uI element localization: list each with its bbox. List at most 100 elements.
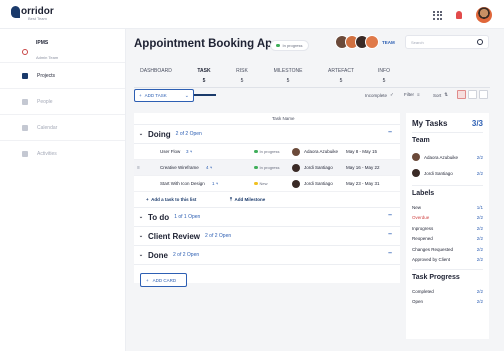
tab-milestone[interactable]: MILESTONE 5	[266, 68, 310, 84]
team-section-title: Team	[412, 137, 430, 144]
status-label: New	[259, 181, 268, 186]
collapse-icon[interactable]: –	[388, 129, 392, 136]
group-client-review[interactable]: ⌄ Client Review 2 of 2 Open –	[134, 227, 400, 246]
task-name[interactable]: Creative Wireframe	[160, 165, 199, 170]
subtask-count[interactable]: 3 ⑂	[186, 149, 192, 154]
table-row[interactable]: User Flow 3 ⑂ In progress Adaora Azubuik…	[134, 144, 400, 160]
plus-icon: +	[146, 197, 149, 202]
status-badge[interactable]: In progress	[254, 149, 280, 154]
tab-info[interactable]: INFO 5	[362, 68, 406, 84]
task-name[interactable]: User Flow	[160, 149, 180, 154]
board-view-icon[interactable]	[468, 90, 477, 99]
labels-section-title: Labels	[412, 190, 435, 197]
group-count: 2 of 2 Open	[173, 252, 200, 258]
subtask-count-value: 1	[212, 181, 215, 186]
avatar	[292, 163, 300, 172]
avatar	[412, 153, 420, 161]
filter-button[interactable]: Filter ≡	[404, 92, 420, 97]
due-date[interactable]: May 8 - May 15	[346, 149, 377, 154]
collapse-icon[interactable]: –	[388, 231, 392, 238]
apps-grid-icon[interactable]	[433, 10, 442, 20]
collapse-icon[interactable]: –	[388, 250, 392, 257]
status-label: In progress	[259, 165, 280, 170]
team-title: IPMS	[36, 39, 49, 46]
progress-row[interactable]: Completed 2/2	[412, 286, 483, 297]
check-icon: ✓	[390, 92, 394, 97]
subtask-count[interactable]: 4 ⑂	[206, 165, 212, 170]
sidebar-item-people[interactable]: People	[0, 88, 125, 114]
add-task-button[interactable]: + ADD TASK ⌄	[134, 89, 194, 102]
search-input[interactable]: Search	[405, 35, 489, 49]
progress-count: 2/2	[476, 288, 483, 294]
notification-bell-icon[interactable]	[456, 11, 462, 19]
team-avatar-group[interactable]	[335, 35, 379, 49]
group-todo[interactable]: ⌄ To do 1 of 1 Open –	[134, 208, 400, 227]
sidebar-team[interactable]: IPMS Admin Team	[0, 29, 125, 62]
sidebar-item-calendar[interactable]: Calendar	[0, 114, 125, 140]
chevron-down-icon[interactable]: ⌄	[134, 131, 148, 137]
chevron-down-icon[interactable]: ⌄	[134, 233, 148, 239]
tab-dashboard[interactable]: DASHBOARD	[134, 68, 178, 78]
assignee[interactable]: Jordi Santiago	[292, 163, 333, 172]
assignee[interactable]: Adaora Azubuike	[292, 147, 339, 156]
status-badge[interactable]: New	[254, 181, 268, 186]
sidebar-item-projects[interactable]: Projects	[0, 62, 125, 88]
sort-label: Sort	[433, 92, 442, 98]
subtask-icon: ⑂	[209, 165, 213, 170]
label-row[interactable]: Reopened 2/2	[412, 234, 483, 245]
tab-label: MILESTONE	[273, 68, 303, 74]
chevron-down-icon[interactable]: ⌄	[134, 214, 148, 220]
group-count: 1 of 1 Open	[174, 214, 201, 220]
search-placeholder: Search	[411, 40, 424, 45]
team-member-row[interactable]: Jordi Santiago 2/2	[412, 165, 483, 181]
table-row[interactable]: Start With Icon Design 1 ⑂ New Jordi San…	[134, 176, 400, 192]
label-row[interactable]: Approved by Client 2/2	[412, 255, 483, 266]
sidebar-item-activities[interactable]: Activities	[0, 140, 125, 166]
user-avatar[interactable]	[476, 7, 492, 23]
team-link[interactable]: TEAM	[382, 40, 395, 45]
group-name: Done	[148, 250, 168, 260]
brand-logo[interactable]: orridor Best Team	[11, 6, 54, 21]
assignee[interactable]: Jordi Santiago	[292, 179, 333, 188]
activities-icon	[22, 150, 28, 157]
task-name[interactable]: Start With Icon Design	[160, 181, 205, 186]
status-badge[interactable]: In progress	[254, 165, 280, 170]
add-row: + Add a task to this list ⤒ Add Mileston…	[134, 192, 400, 208]
due-date[interactable]: May 23 - May 31	[346, 181, 380, 186]
label-row[interactable]: Changes Requested 2/2	[412, 244, 483, 255]
avatar	[412, 169, 420, 177]
drag-handle-icon[interactable]: ≡	[137, 165, 140, 171]
due-date[interactable]: May 16 - May 22	[346, 165, 380, 170]
list-view-icon[interactable]	[457, 90, 466, 99]
view-switcher	[457, 90, 488, 99]
label-row[interactable]: Overdue 2/2	[412, 213, 483, 224]
label-name: Approved by Client	[412, 257, 451, 263]
assignee-name: Adaora Azubuike	[304, 149, 339, 154]
progress-section-title: Task Progress	[412, 274, 460, 281]
team-member-row[interactable]: Adaora Azubuike 2/2	[412, 149, 483, 165]
timeline-view-icon[interactable]	[479, 90, 488, 99]
chevron-down-icon[interactable]: ⌄	[134, 252, 148, 258]
group-done[interactable]: ⌄ Done 2 of 2 Open –	[134, 246, 400, 265]
team-icon	[22, 48, 28, 55]
tab-artefact[interactable]: ARTEFACT 5	[319, 68, 363, 84]
tab-risk[interactable]: RISK 5	[220, 68, 264, 84]
progress-row[interactable]: Open 2/2	[412, 297, 483, 308]
add-milestone-button[interactable]: ⤒ Add Milestone	[230, 197, 265, 202]
sort-button[interactable]: Sort ⇅	[433, 92, 448, 98]
incomplete-filter[interactable]: Incomplete ✓	[365, 92, 394, 98]
add-card-button[interactable]: + ADD CARD	[140, 273, 187, 287]
label-row[interactable]: Inprogress 2/2	[412, 223, 483, 234]
label-row[interactable]: New 1/1	[412, 202, 483, 213]
status-dot-icon	[254, 165, 258, 170]
plus-icon: +	[146, 277, 149, 283]
add-milestone-label: Add Milestone	[234, 197, 266, 202]
table-row[interactable]: ≡ Creative Wireframe 4 ⑂ In progress Jor…	[134, 160, 400, 176]
subtask-count[interactable]: 1 ⑂	[212, 181, 218, 186]
collapse-icon[interactable]: –	[388, 212, 392, 219]
add-task-to-list-button[interactable]: + Add a task to this list	[146, 197, 196, 202]
label-name: Changes Requested	[412, 246, 454, 252]
group-doing[interactable]: ⌄ Doing 2 of 2 Open –	[134, 125, 400, 144]
project-status-badge[interactable]: In progress	[270, 40, 309, 51]
subtask-icon: ⑂	[215, 181, 219, 186]
